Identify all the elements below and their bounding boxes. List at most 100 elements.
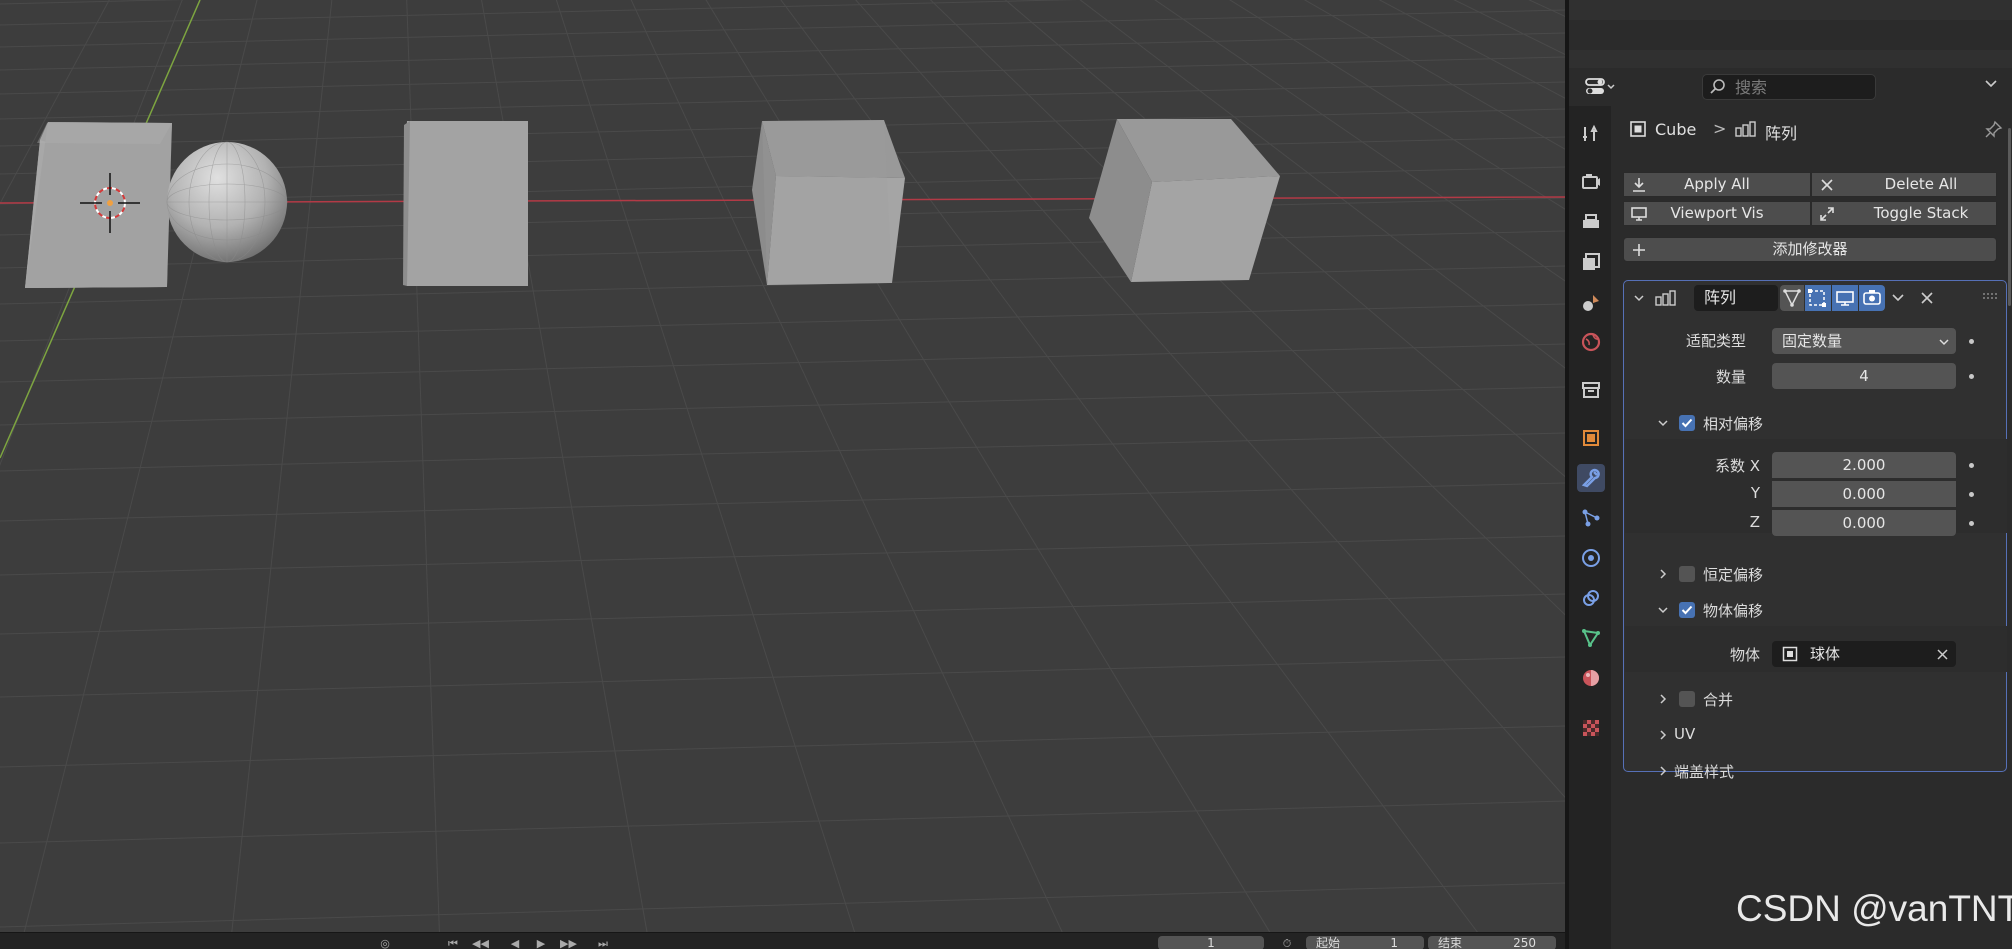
render-toggle[interactable] — [1859, 285, 1885, 311]
tab-texture[interactable] — [1577, 714, 1605, 742]
factor-y-label: Y — [1750, 484, 1760, 502]
keyframe-dot[interactable] — [1969, 374, 1974, 379]
chevron-down-icon[interactable] — [1984, 76, 1998, 92]
offset-object-field[interactable]: 球体 — [1772, 641, 1956, 667]
3d-viewport[interactable]: ◎ ⏮ ◀◀ ◀ ▶ ▶▶ ⏭ 1 ⏱ 起始 1 结束 250 — [0, 0, 1565, 949]
fit-type-select[interactable]: 固定数量 — [1772, 328, 1956, 354]
viewport-vis-button[interactable]: Viewport Vis — [1623, 201, 1811, 226]
tab-particles[interactable] — [1577, 504, 1605, 532]
edit-mode-toggle[interactable] — [1805, 285, 1831, 311]
chevron-down-icon[interactable] — [1891, 291, 1905, 305]
jump-end-icon[interactable]: ⏭ — [596, 937, 610, 949]
keyframe-dot[interactable] — [1969, 521, 1974, 526]
fit-type-value: 固定数量 — [1782, 332, 1843, 350]
uv-panel-label[interactable]: UV — [1674, 725, 1695, 743]
tab-scene[interactable] — [1577, 288, 1605, 316]
caps-panel-label[interactable]: 端盖样式 — [1674, 761, 1734, 782]
count-field[interactable]: 4 — [1772, 363, 1956, 389]
end-frame-field[interactable]: 结束 250 — [1428, 936, 1556, 949]
tab-output[interactable] — [1577, 208, 1605, 236]
properties-editor-icon — [1585, 78, 1615, 94]
scene-icon — [1583, 295, 1599, 311]
keyframe-dot[interactable] — [1969, 492, 1974, 497]
render-icon — [1582, 174, 1600, 189]
drag-handle-icon[interactable] — [1982, 292, 1998, 302]
editor-type-button[interactable] — [1583, 75, 1623, 99]
tab-world[interactable] — [1577, 328, 1605, 356]
keyframe-icon[interactable]: ◎ — [378, 937, 392, 949]
chevron-right-icon[interactable] — [1657, 693, 1669, 705]
object-offset-checkbox[interactable] — [1679, 602, 1695, 618]
close-icon[interactable] — [1920, 291, 1934, 305]
breadcrumb-modifier: 阵列 — [1765, 124, 1798, 143]
play-reverse-icon[interactable]: ◀ — [508, 937, 522, 949]
tab-material[interactable] — [1577, 664, 1605, 692]
scrollbar[interactable] — [2008, 128, 2011, 306]
viewport-scene — [0, 0, 1565, 949]
toggle-stack-button[interactable]: Toggle Stack — [1811, 201, 1997, 226]
chevron-right-icon[interactable] — [1657, 568, 1669, 580]
chevron-down-icon[interactable] — [1633, 292, 1645, 304]
apply-icon — [1633, 178, 1645, 192]
chevron-right-icon[interactable] — [1657, 729, 1669, 741]
chevron-right-icon[interactable] — [1657, 765, 1669, 777]
tab-tool[interactable] — [1577, 120, 1605, 148]
clear-icon[interactable] — [1937, 649, 1948, 660]
factor-x-field[interactable]: 2.000 — [1772, 452, 1956, 478]
checkmark-icon — [1681, 418, 1693, 428]
offset-object-label: 物体 — [1729, 646, 1760, 664]
particles-icon — [1582, 509, 1600, 527]
prev-keyframe-icon[interactable]: ◀◀ — [472, 937, 489, 949]
object-offset-label: 物体偏移 — [1703, 602, 1764, 620]
cube-object-3 — [752, 120, 905, 285]
search-input[interactable] — [1735, 75, 1865, 99]
viewport-display-toggle[interactable] — [1832, 285, 1858, 311]
current-frame-field[interactable]: 1 — [1158, 936, 1264, 949]
tab-data[interactable] — [1577, 624, 1605, 652]
properties-tabs — [1569, 106, 1611, 949]
jump-start-icon[interactable]: ⏮ — [446, 937, 460, 949]
cube-object-4 — [1089, 119, 1280, 282]
keyframe-dot[interactable] — [1969, 339, 1974, 344]
start-frame-field[interactable]: 起始 1 — [1306, 936, 1424, 949]
chevron-down-icon[interactable] — [1657, 417, 1669, 429]
add-modifier-button[interactable]: 添加修改器 — [1623, 237, 1997, 262]
tab-view-layer[interactable] — [1577, 248, 1605, 276]
merge-checkbox[interactable] — [1679, 691, 1695, 707]
search-icon — [1710, 79, 1725, 94]
tab-physics[interactable] — [1577, 544, 1605, 572]
add-modifier-label: 添加修改器 — [1772, 240, 1848, 258]
play-icon[interactable]: ▶ — [534, 937, 548, 949]
factor-y-field[interactable]: 0.000 — [1772, 481, 1956, 507]
delete-all-button[interactable]: Delete All — [1811, 172, 1997, 197]
expand-icon — [1820, 207, 1834, 221]
viewport-vis-label: Viewport Vis — [1670, 204, 1764, 222]
constant-offset-checkbox[interactable] — [1679, 566, 1695, 582]
edit-mode-cage-toggle[interactable] — [1780, 285, 1804, 311]
camera-icon — [1863, 290, 1881, 305]
next-keyframe-icon[interactable]: ▶▶ — [560, 937, 577, 949]
chevron-down-icon[interactable] — [1657, 604, 1669, 616]
monitor-icon — [1836, 291, 1854, 306]
modifier-name-field[interactable]: 阵列 — [1694, 285, 1778, 311]
factor-z-field[interactable]: 0.000 — [1772, 510, 1956, 536]
tab-collection[interactable] — [1577, 376, 1605, 404]
tab-render[interactable] — [1577, 168, 1605, 196]
properties-editor: Cube > 阵列 Apply All Delete All Viewport … — [1569, 0, 2012, 949]
keyframe-dot[interactable] — [1969, 463, 1974, 468]
relative-offset-checkbox[interactable] — [1679, 415, 1695, 431]
stopwatch-icon[interactable]: ⏱ — [1280, 937, 1294, 949]
breadcrumb-object: Cube — [1655, 120, 1697, 139]
tab-object[interactable] — [1577, 424, 1605, 452]
panel-top-area — [1569, 0, 2012, 68]
apply-all-button[interactable]: Apply All — [1623, 172, 1811, 197]
monitor-icon — [1631, 207, 1647, 221]
delete-all-label: Delete All — [1884, 175, 1958, 193]
search-box[interactable] — [1702, 74, 1876, 100]
collection-icon — [1582, 382, 1600, 398]
tab-constraints[interactable] — [1577, 584, 1605, 612]
pin-icon[interactable] — [1985, 120, 2003, 138]
tool-icon — [1583, 124, 1598, 141]
tab-modifiers[interactable] — [1577, 464, 1605, 492]
object-icon — [1782, 646, 1798, 662]
